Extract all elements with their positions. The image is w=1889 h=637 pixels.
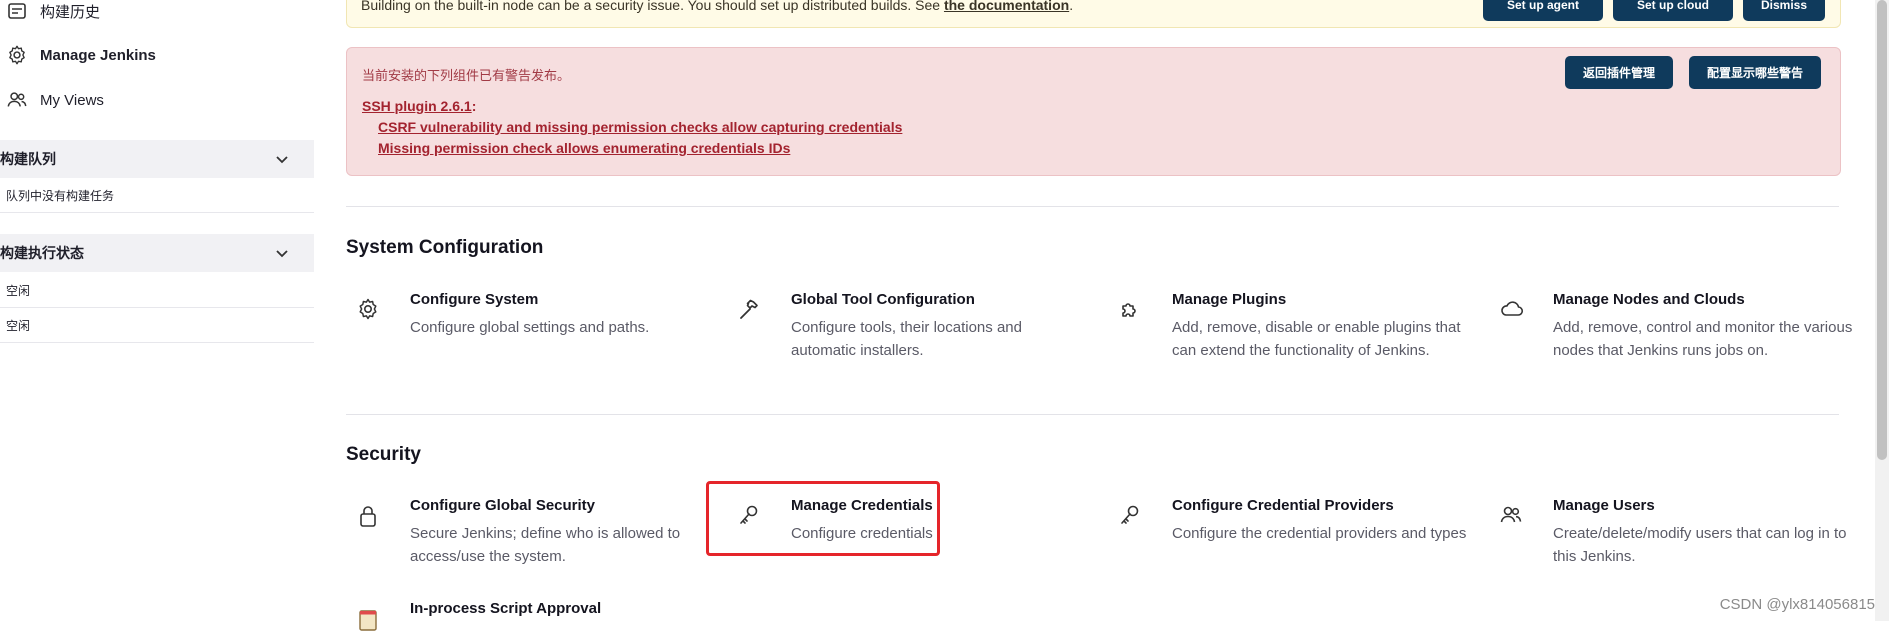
users-icon	[4, 87, 30, 113]
build-queue-header[interactable]: 构建队列	[0, 140, 314, 178]
configure-warnings-button[interactable]: 配置显示哪些警告	[1689, 56, 1821, 89]
item-title: Manage Plugins	[1172, 291, 1287, 308]
item-title: Global Tool Configuration	[791, 291, 975, 308]
lock-icon	[356, 503, 380, 527]
build-queue-empty: 队列中没有构建任务	[0, 178, 314, 213]
notice-text: Building on the built-in node can be a s…	[361, 0, 1073, 13]
highlight-box	[706, 481, 940, 556]
cloud-icon	[1499, 297, 1524, 321]
item-description: Create/delete/modify users that can log …	[1553, 525, 1847, 565]
item-description: Configure tools, their locations and aut…	[791, 319, 1022, 359]
executors-header[interactable]: 构建执行状态	[0, 234, 314, 272]
item-title: In-process Script Approval	[410, 600, 602, 617]
set-up-cloud-button[interactable]: Set up cloud	[1613, 0, 1733, 21]
build-history-icon	[4, 0, 30, 24]
vuln-link-csrf[interactable]: CSRF vulnerability and missing permissio…	[378, 119, 902, 135]
gear-icon	[4, 42, 30, 68]
sidebar-item-label: 构建历史	[40, 3, 101, 21]
item-description: Secure Jenkins; define who is allowed to…	[410, 525, 681, 565]
item-title: Configure Global Security	[410, 497, 596, 514]
executor-row: 空闲	[0, 308, 314, 343]
divider	[346, 414, 1839, 415]
item-description: Configure global settings and paths.	[410, 319, 650, 336]
item-description: Add, remove, disable or enable plugins t…	[1172, 319, 1461, 359]
plugin-warning-alert: 当前安装的下列组件已有警告发布。 SSH plugin 2.6.1: CSRF …	[346, 47, 1841, 176]
scrollbar-thumb[interactable]	[1877, 0, 1887, 460]
divider	[346, 206, 1839, 207]
puzzle-icon	[1118, 297, 1142, 321]
gear-icon	[356, 297, 380, 321]
item-title: Manage Nodes and Clouds	[1553, 291, 1745, 308]
sidebar-item-manage-jenkins[interactable]: Manage Jenkins	[0, 40, 156, 70]
build-queue-title: 构建队列	[0, 151, 56, 167]
hammer-icon	[737, 297, 761, 321]
sidebar: 构建历史 Manage Jenkins My Views 构建队列 队列中没有构…	[0, 0, 314, 621]
vuln-link-enumerating[interactable]: Missing permission check allows enumerat…	[378, 140, 790, 156]
chevron-down-icon[interactable]	[274, 245, 290, 261]
sidebar-item-label: My Views	[40, 91, 104, 109]
executor-row: 空闲	[0, 273, 314, 308]
users-icon	[1499, 503, 1523, 527]
scrollbar[interactable]	[1875, 0, 1889, 621]
item-title: Configure System	[410, 291, 539, 308]
watermark: CSDN @ylx814056815	[1719, 596, 1875, 613]
executors-title: 构建执行状态	[0, 245, 84, 261]
chevron-down-icon[interactable]	[274, 151, 290, 167]
key-icon	[1118, 503, 1142, 527]
set-up-agent-button[interactable]: Set up agent	[1483, 0, 1603, 21]
warning-intro: 当前安装的下列组件已有警告发布。	[362, 68, 571, 83]
item-description: Add, remove, control and monitor the var…	[1553, 319, 1853, 359]
distributed-builds-notice: Building on the built-in node can be a s…	[346, 0, 1841, 28]
dismiss-button[interactable]: Dismiss	[1743, 0, 1825, 21]
sidebar-item-label: Manage Jenkins	[40, 46, 156, 64]
ssh-plugin-link[interactable]: SSH plugin 2.6.1	[362, 98, 472, 114]
sidebar-item-build-history[interactable]: 构建历史	[0, 0, 100, 26]
warning-plugin: SSH plugin 2.6.1:	[362, 98, 477, 114]
item-title: Manage Users	[1553, 497, 1655, 514]
back-to-plugins-button[interactable]: 返回插件管理	[1565, 56, 1673, 89]
item-description: Configure the credential providers and t…	[1172, 525, 1467, 542]
script-icon	[356, 608, 380, 632]
section-title-security: Security	[346, 444, 421, 465]
sidebar-item-my-views[interactable]: My Views	[0, 85, 104, 115]
item-title: Configure Credential Providers	[1172, 497, 1394, 514]
section-title-system-configuration: System Configuration	[346, 237, 544, 258]
documentation-link[interactable]: the documentation	[944, 0, 1069, 13]
